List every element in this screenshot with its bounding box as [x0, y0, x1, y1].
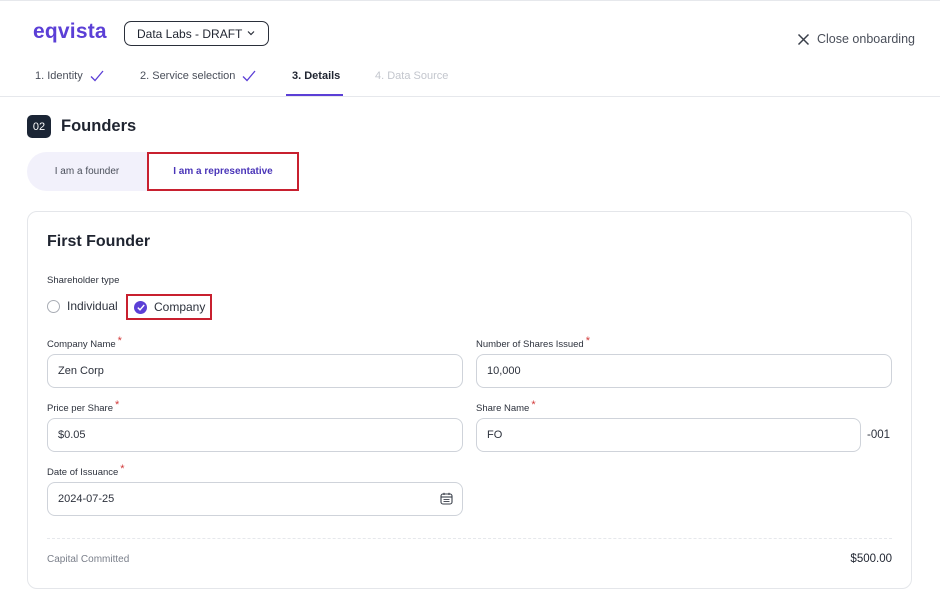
- radio-unchecked-icon: [47, 299, 60, 313]
- share-name-suffix: -001: [867, 429, 891, 441]
- company-name-label: Company Name *: [47, 335, 122, 350]
- check-icon: [242, 70, 256, 82]
- card-divider: [47, 538, 892, 539]
- radio-label: Individual: [67, 299, 118, 313]
- role-toggle: I am a founder I am a representative: [27, 152, 299, 191]
- required-mark: *: [585, 335, 591, 347]
- shares-issued-field[interactable]: 10,000: [476, 354, 892, 388]
- shareholder-type-label: Shareholder type: [47, 275, 120, 286]
- calendar-icon[interactable]: [440, 492, 453, 505]
- step-identity[interactable]: 1. Identity: [35, 70, 104, 82]
- section-title: Founders: [61, 117, 137, 135]
- step-label: 3. Details: [292, 70, 341, 82]
- role-founder-option[interactable]: I am a founder: [27, 152, 147, 191]
- company-name-value: Zen Corp: [58, 365, 104, 377]
- share-name-label: Share Name *: [476, 399, 536, 414]
- check-icon: [90, 70, 104, 82]
- price-per-share-field[interactable]: $0.05: [47, 418, 463, 452]
- radio-label: Company: [154, 300, 206, 314]
- field-label-text: Date of Issuance: [47, 467, 119, 478]
- required-mark: *: [531, 399, 536, 411]
- close-icon: [797, 33, 810, 45]
- founder-card: [27, 211, 912, 589]
- founder-card-title: First Founder: [47, 233, 151, 250]
- price-per-share-label: Price per Share *: [47, 399, 120, 414]
- radio-checked-icon: [134, 300, 147, 314]
- price-per-share-value: $0.05: [58, 429, 86, 441]
- required-mark: *: [120, 463, 125, 475]
- company-name-field[interactable]: Zen Corp: [47, 354, 463, 388]
- shareholder-type-individual-radio[interactable]: Individual: [47, 299, 118, 313]
- eqvista-logo[interactable]: eqvista: [33, 20, 107, 44]
- date-of-issuance-field[interactable]: 2024-07-25: [47, 482, 463, 516]
- step-label: 1. Identity: [35, 70, 83, 82]
- field-label-text: Price per Share: [47, 403, 114, 414]
- step-label: 4. Data Source: [375, 70, 449, 82]
- role-representative-option[interactable]: I am a representative: [147, 152, 299, 191]
- required-mark: *: [117, 335, 122, 347]
- share-name-value: FO: [487, 429, 503, 441]
- field-label-text: Company Name: [47, 339, 116, 350]
- date-of-issuance-value: 2024-07-25: [58, 493, 115, 505]
- step-data-source: 4. Data Source: [375, 70, 448, 82]
- close-onboarding-button[interactable]: Close onboarding: [797, 32, 915, 46]
- shares-issued-label: Number of Shares Issued *: [476, 335, 591, 350]
- date-of-issuance-label: Date of Issuance *: [47, 463, 125, 478]
- shares-issued-value: 10,000: [487, 365, 521, 377]
- field-label-text: Share Name: [476, 403, 530, 414]
- field-label-text: Number of Shares Issued: [476, 339, 584, 350]
- capital-committed-value: $500.00: [850, 553, 892, 565]
- capital-committed-label: Capital Committed: [47, 554, 130, 565]
- section-number-badge: 02: [27, 115, 51, 138]
- step-label: 2. Service selection: [140, 70, 236, 82]
- share-name-field[interactable]: FO: [476, 418, 861, 452]
- step-details[interactable]: 3. Details: [292, 70, 340, 82]
- required-mark: *: [115, 399, 120, 411]
- close-onboarding-label: Close onboarding: [817, 32, 915, 46]
- shareholder-type-company-radio[interactable]: Company: [126, 294, 212, 320]
- step-service-selection[interactable]: 2. Service selection: [140, 70, 256, 82]
- workspace-selector[interactable]: Data Labs - DRAFT: [124, 21, 269, 46]
- chevron-down-icon: [247, 31, 255, 36]
- header-divider: [0, 96, 940, 97]
- workspace-label: Data Labs - DRAFT: [137, 26, 243, 41]
- top-border: [0, 0, 940, 1]
